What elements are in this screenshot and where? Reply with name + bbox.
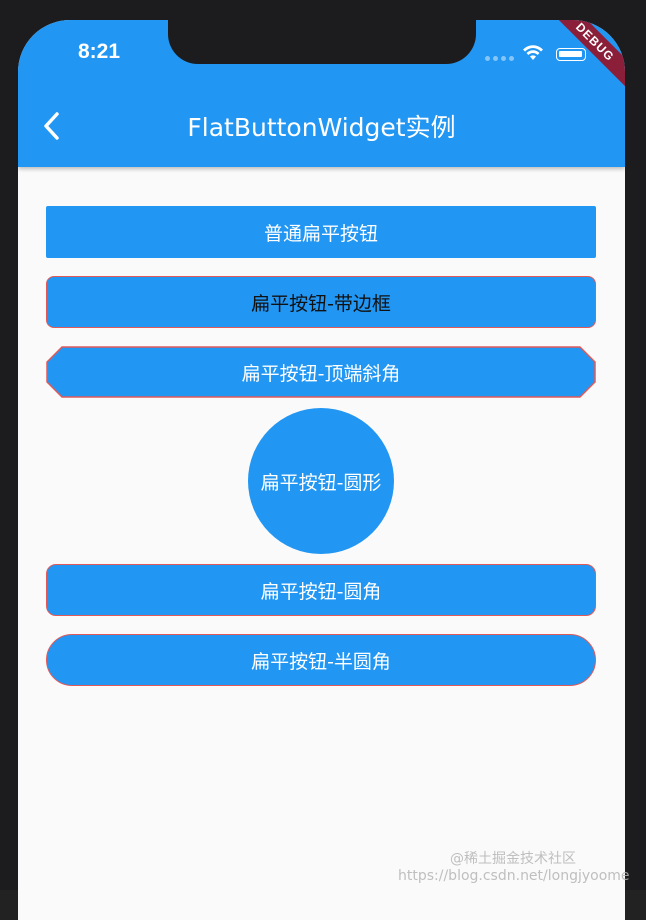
button-label: 扁平按钮-圆形: [260, 471, 382, 494]
flat-button-circle[interactable]: 扁平按钮-圆形: [248, 408, 394, 554]
page-title: FlatButtonWidget实例: [187, 113, 456, 142]
flat-button-plain[interactable]: 普通扁平按钮: [46, 206, 596, 258]
cellular-signal-icon: [485, 56, 514, 61]
status-time: 8:21: [78, 40, 121, 63]
button-label: 扁平按钮-圆角: [260, 580, 382, 603]
button-label: 普通扁平按钮: [263, 222, 378, 245]
watermark-label: @稀土掘金技术社区: [450, 851, 576, 867]
wifi-icon: [521, 44, 545, 66]
device-notch: [168, 20, 476, 64]
button-label: 扁平按钮-半圆角: [251, 650, 391, 673]
button-label: 扁平按钮-顶端斜角: [241, 362, 401, 385]
button-label: 扁平按钮-带边框: [251, 292, 391, 315]
flat-button-rounded[interactable]: 扁平按钮-圆角: [46, 564, 596, 616]
app-bar: 8:21 DEBUG FlatButtonWidget实例: [18, 20, 625, 167]
battery-icon: [556, 48, 586, 61]
phone-screen: 8:21 DEBUG FlatButtonWidget实例 普通扁平按钮 扁平按…: [18, 20, 625, 920]
flat-button-bordered[interactable]: 扁平按钮-带边框: [46, 276, 596, 328]
flat-button-beveled[interactable]: 扁平按钮-顶端斜角: [46, 346, 596, 398]
watermark-url: https://blog.csdn.net/longjyoome: [398, 868, 630, 884]
flat-button-stadium[interactable]: 扁平按钮-半圆角: [46, 634, 596, 686]
